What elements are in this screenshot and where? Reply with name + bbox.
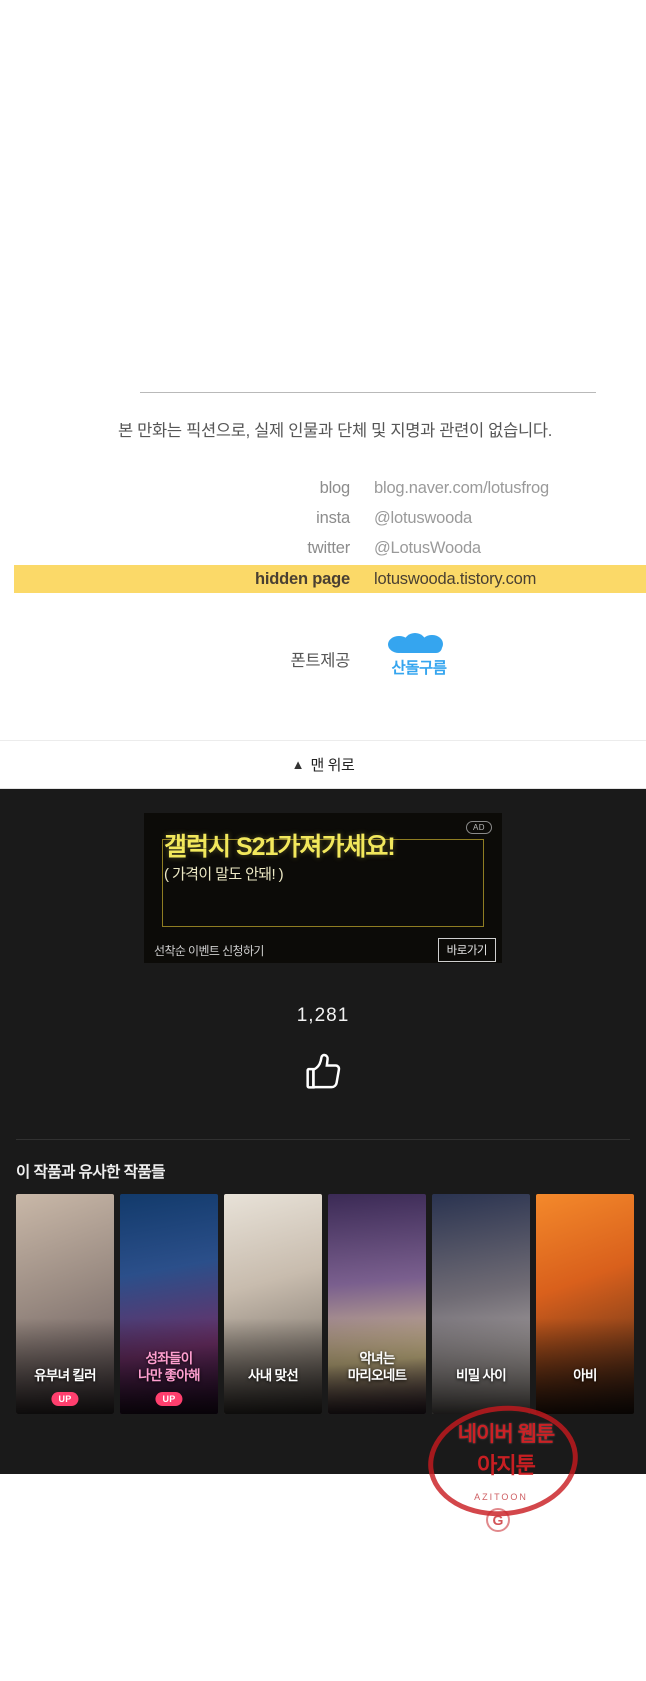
like-section: 1,281: [0, 1005, 646, 1095]
ad-footer: 선착순 이벤트 신청하기 바로가기: [144, 937, 502, 963]
font-provider-row: 폰트제공 산돌구름: [0, 633, 646, 678]
credit-divider: [140, 392, 596, 393]
similar-work-title: 악녀는 마리오네트: [347, 1351, 407, 1383]
thumbnail-shade: [432, 1318, 530, 1414]
author-link-value: @LotusWooda: [374, 538, 481, 557]
similar-work-title: 비밀 사이: [456, 1368, 507, 1383]
similar-work-card[interactable]: 유부녀 킬러 UP: [16, 1194, 114, 1414]
author-link-row-hidden-page[interactable]: hidden page lotuswooda.tistory.com: [14, 565, 646, 593]
author-link-row[interactable]: blog blog.naver.com/lotusfrog: [14, 475, 646, 501]
similar-works-carousel[interactable]: 유부녀 킬러 UP 성좌들이 나만 좋아해 UP 사내 맞선 악녀는 마리오네트…: [0, 1194, 646, 1414]
up-badge: UP: [155, 1392, 183, 1406]
similar-work-title: 유부녀 킬러: [34, 1368, 96, 1383]
ad-footer-text: 선착순 이벤트 신청하기: [154, 943, 264, 958]
watermark-small-text: AZITOON: [474, 1492, 528, 1502]
cloud-icon: [388, 633, 450, 653]
font-provider-name: 산돌구름: [391, 660, 447, 677]
white-area-spacer: [0, 678, 646, 740]
up-badge: UP: [51, 1392, 79, 1406]
comic-end-credits-area: 본 만화는 픽션으로, 실제 인물과 단체 및 지명과 관련이 없습니다. bl…: [0, 0, 646, 740]
similar-work-card[interactable]: 성좌들이 나만 좋아해 UP: [120, 1194, 218, 1414]
author-link-row[interactable]: insta @lotuswooda: [14, 505, 646, 531]
author-link-key: blog: [319, 478, 351, 497]
similar-section-title: 이 작품과 유사한 작품들: [16, 1164, 166, 1181]
similar-work-card[interactable]: 악녀는 마리오네트: [328, 1194, 426, 1414]
bottom-dark-section: AD 갤럭시 S21가져가세요! ( 가격이 말도 안돼! ) 선착순 이벤트 …: [0, 789, 646, 1474]
ad-container: AD 갤럭시 S21가져가세요! ( 가격이 말도 안돼! ) 선착순 이벤트 …: [0, 813, 646, 963]
back-to-top-label: 맨 위로: [310, 757, 355, 774]
ad-title: 갤럭시 S21가져가세요!: [164, 833, 396, 861]
author-link-key: insta: [316, 508, 350, 527]
similar-work-title: 사내 맞선: [248, 1368, 299, 1383]
sandoll-cloud-logo-group[interactable]: 산돌구름: [374, 633, 464, 678]
author-link-key: twitter: [307, 538, 350, 557]
similar-work-card[interactable]: 비밀 사이: [432, 1194, 530, 1414]
chevron-up-icon: ▲: [291, 757, 305, 772]
thumbnail-shade: [224, 1318, 322, 1414]
ad-subtitle: ( 가격이 말도 안돼! ): [164, 866, 284, 883]
similar-work-card[interactable]: 사내 맞선: [224, 1194, 322, 1414]
ad-badge: AD: [466, 821, 492, 834]
fiction-disclaimer: 본 만화는 픽션으로, 실제 인물과 단체 및 지명과 관련이 없습니다.: [117, 422, 552, 440]
like-count: 1,281: [296, 1005, 350, 1026]
similar-section-divider: [16, 1139, 630, 1140]
thumbs-up-icon: [306, 1053, 341, 1089]
author-link-row[interactable]: twitter @LotusWooda: [14, 535, 646, 561]
watermark-g-icon: G: [486, 1508, 510, 1532]
similar-work-card[interactable]: 아비: [536, 1194, 634, 1414]
like-button[interactable]: [0, 1049, 646, 1095]
ad-banner[interactable]: AD 갤럭시 S21가져가세요! ( 가격이 말도 안돼! ) 선착순 이벤트 …: [144, 813, 502, 963]
back-to-top-button[interactable]: ▲ 맨 위로: [0, 740, 646, 789]
author-link-value: lotuswooda.tistory.com: [374, 569, 537, 588]
author-link-value: blog.naver.com/lotusfrog: [374, 478, 549, 497]
author-link-key: hidden page: [255, 569, 350, 588]
author-links-table: blog blog.naver.com/lotusfrog insta @lot…: [0, 475, 646, 593]
thumbnail-shade: [536, 1318, 634, 1414]
ad-cta-button[interactable]: 바로가기: [437, 938, 496, 962]
bottom-spacer: [0, 1414, 646, 1474]
similar-work-title: 성좌들이 나만 좋아해: [138, 1351, 200, 1383]
author-link-value: @lotuswooda: [374, 508, 473, 527]
similar-work-title: 아비: [573, 1368, 597, 1383]
font-provider-label: 폰트제공: [290, 652, 350, 670]
